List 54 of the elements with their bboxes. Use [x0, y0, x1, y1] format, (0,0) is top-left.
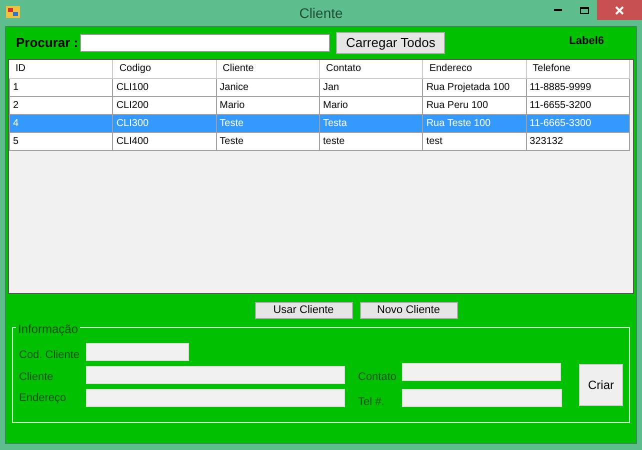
create-button[interactable]: Criar: [579, 364, 623, 406]
table-cell: CLI300: [112, 114, 216, 132]
search-label: Procurar :: [16, 34, 78, 52]
load-all-button[interactable]: Carregar Todos: [336, 32, 446, 54]
table-cell: 323132: [526, 132, 630, 150]
table-cell: Rua Projetada 100: [422, 78, 526, 96]
table-row[interactable]: 2 CLI200 Mario Mario Rua Peru 100 11-6655-3200: [10, 96, 630, 114]
table-cell: 1: [10, 78, 113, 96]
action-button[interactable]: Usar Cliente: [254, 302, 352, 319]
table-cell: 11-6655-3200: [526, 96, 630, 114]
table-cell: Jan: [319, 78, 423, 96]
table-cell: 5: [10, 132, 113, 150]
field-label: Contato: [358, 370, 397, 385]
table-cell: CLI400: [112, 132, 216, 150]
table-cell: CLI200: [112, 96, 216, 114]
input-field[interactable]: [86, 389, 345, 407]
field-label: Endereço: [19, 391, 66, 406]
table-row[interactable]: 1 CLI100 Janice Jan Rua Projetada 100 11-8885-9999: [10, 78, 630, 96]
field-label: Cliente: [19, 370, 54, 385]
table-cell: test: [422, 132, 526, 150]
table-cell: 2: [10, 96, 113, 114]
action-button[interactable]: Novo Cliente: [360, 302, 458, 319]
table-cell: 4: [10, 114, 113, 132]
table-cell: Testa: [319, 114, 423, 132]
input-field[interactable]: [86, 366, 345, 384]
table-cell: Mario: [319, 96, 423, 114]
app-icon: [6, 6, 20, 18]
field-label: Tel #.: [358, 395, 384, 410]
input-field[interactable]: [86, 343, 189, 361]
table-cell: Rua Peru 100: [422, 96, 526, 114]
table-row[interactable]: 5 CLI400 Teste teste test 323132: [10, 132, 630, 150]
table-cell: Teste: [216, 114, 320, 132]
table-cell: Janice: [216, 78, 320, 96]
table-cell: 11-8885-9999: [526, 78, 630, 96]
table-cell: 11-6665-3300: [526, 114, 630, 132]
column-header[interactable]: ID: [10, 60, 113, 78]
status-label: Label6: [569, 34, 604, 49]
search-field[interactable]: [80, 34, 330, 52]
table-cell: Rua Teste 100: [422, 114, 526, 132]
column-header[interactable]: Codigo: [112, 60, 216, 78]
close-button[interactable]: [597, 0, 642, 20]
table-cell: CLI100: [112, 78, 216, 96]
input-field[interactable]: [402, 389, 562, 407]
field-label: Cod. Cliente: [19, 348, 80, 363]
table-cell: teste: [319, 132, 423, 150]
close-icon: [615, 6, 624, 14]
table-cell: Teste: [216, 132, 320, 150]
column-header[interactable]: Endereco: [422, 60, 526, 78]
table-cell: Mario: [216, 96, 320, 114]
window-title: Cliente: [299, 4, 343, 22]
column-header[interactable]: Telefone: [526, 60, 630, 78]
input-field[interactable]: [402, 363, 561, 381]
column-header[interactable]: Contato: [319, 60, 423, 78]
column-header[interactable]: Cliente: [216, 60, 320, 78]
